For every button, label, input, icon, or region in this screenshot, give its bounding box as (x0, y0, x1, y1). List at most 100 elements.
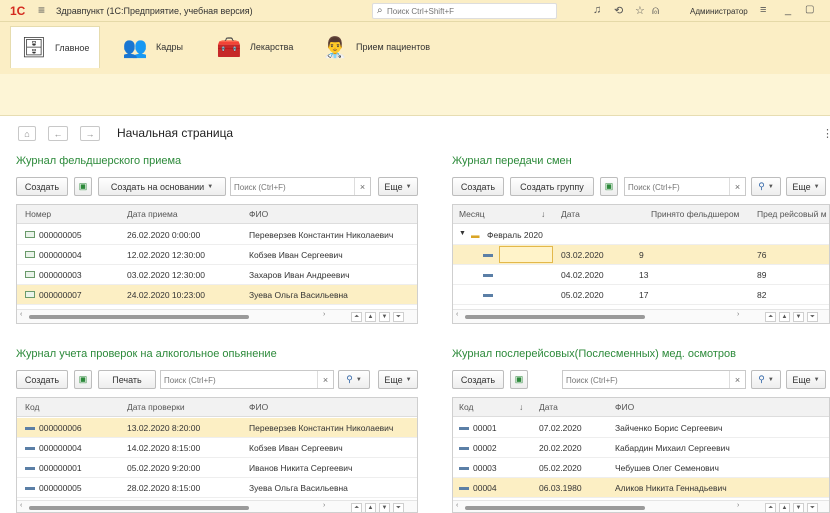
column-header[interactable]: Пред рейсовый м (757, 209, 827, 219)
maximize-icon[interactable]: ▢ (805, 4, 814, 15)
search-input[interactable] (234, 181, 352, 193)
table-row[interactable]: 000000004 14.02.2020 8:15:00 Кобзев Иван… (17, 438, 417, 458)
search-input[interactable] (628, 181, 728, 193)
table-row[interactable]: 04.02.2020 13 89 (453, 265, 829, 285)
settings-menu-icon[interactable]: ≡ (760, 4, 766, 16)
table-row-selected[interactable]: 000000007 24.02.2020 10:23:00 Зуева Ольг… (17, 285, 417, 305)
horizontal-scrollbar[interactable] (29, 315, 249, 319)
create-button[interactable]: Создать (16, 370, 68, 389)
down-icon[interactable]: ▼ (379, 312, 390, 322)
column-header[interactable]: Номер (25, 209, 51, 219)
panel-title[interactable]: Журнал учета проверок на алкогольное опь… (16, 348, 277, 360)
more-button[interactable]: Еще ▼ (786, 370, 826, 389)
scroll-right-icon[interactable]: › (737, 311, 739, 318)
create-button[interactable]: Создать (452, 177, 504, 196)
table-row[interactable]: 00002 20.02.2020 Кабардин Михаил Сергеев… (453, 438, 829, 458)
favorites-star-icon[interactable]: ☆ (635, 4, 645, 17)
copy-button[interactable]: ▣ (510, 370, 528, 389)
scroll-right-icon[interactable]: › (323, 311, 325, 318)
section-staff[interactable]: 👥 Кадры (112, 26, 202, 68)
global-search-input[interactable] (387, 5, 552, 17)
create-based-button[interactable]: Создать на основании ▼ (98, 177, 226, 196)
table-row[interactable]: 000000001 05.02.2020 9:20:00 Иванов Ники… (17, 458, 417, 478)
table-row[interactable]: 000000005 28.02.2020 8:15:00 Зуева Ольга… (17, 478, 417, 498)
scroll-right-icon[interactable]: › (737, 502, 739, 509)
column-header[interactable]: Дата (539, 402, 558, 412)
sort-desc-icon[interactable]: ↓ (519, 402, 523, 412)
copy-button[interactable]: ▣ (74, 370, 92, 389)
panel-title[interactable]: Журнал фельдшерского приема (16, 155, 181, 167)
search-field[interactable]: × (562, 370, 746, 389)
create-group-button[interactable]: Создать группу (510, 177, 594, 196)
scroll-left-icon[interactable]: ‹ (20, 502, 22, 509)
find-button[interactable]: ⚲ ▼ (751, 370, 781, 389)
clear-icon[interactable]: × (729, 178, 745, 195)
home-button[interactable]: ⌂ (18, 126, 36, 141)
horizontal-scrollbar[interactable] (29, 506, 249, 510)
search-field[interactable]: × (624, 177, 746, 196)
scroll-left-icon[interactable]: ‹ (20, 311, 22, 318)
section-patients[interactable]: 👨‍⚕ Прием пациентов (312, 26, 442, 68)
horizontal-scrollbar[interactable] (465, 315, 645, 319)
copy-button[interactable]: ▣ (600, 177, 618, 196)
forward-button[interactable]: → (80, 126, 100, 141)
clear-icon[interactable]: × (354, 178, 370, 195)
horizontal-scrollbar[interactable] (465, 506, 645, 510)
table-row[interactable]: 000000005 26.02.2020 0:00:00 Переверзев … (17, 225, 417, 245)
down-icon[interactable]: ▼ (793, 312, 804, 322)
search-field[interactable]: × (230, 177, 371, 196)
table-row-selected[interactable]: 000000006 13.02.2020 8:20:00 Переверзев … (17, 418, 417, 438)
table-row[interactable]: 000000004 12.02.2020 12:30:00 Кобзев Ива… (17, 245, 417, 265)
clear-icon[interactable]: × (729, 371, 745, 388)
up-icon[interactable]: ▲ (365, 312, 376, 322)
search-input[interactable] (566, 374, 726, 386)
find-button[interactable]: ⚲ ▼ (751, 177, 781, 196)
minimize-icon[interactable]: _ (785, 4, 791, 16)
column-header[interactable]: Код (25, 402, 39, 412)
last-page-icon[interactable]: ⏷ (393, 312, 404, 322)
table-row[interactable]: 05.02.2020 17 82 (453, 285, 829, 305)
table-row[interactable]: 000000003 03.02.2020 12:30:00 Захаров Ив… (17, 265, 417, 285)
table-row-selected[interactable]: 00004 06.03.1980 Аликов Никита Геннадьев… (453, 478, 829, 498)
global-search[interactable]: ⌕ (372, 3, 557, 19)
column-header[interactable]: Дата (561, 209, 580, 219)
chevron-down-icon[interactable]: ▼ (459, 230, 466, 237)
last-page-icon[interactable]: ⏷ (807, 312, 818, 322)
user-name[interactable]: Администратор (690, 7, 748, 16)
back-button[interactable]: ← (48, 126, 68, 141)
panel-title[interactable]: Журнал передачи смен (452, 155, 572, 167)
history-icon[interactable]: ⟲ (614, 4, 623, 17)
panel-title[interactable]: Журнал послерейсовых(Послесменных) мед. … (452, 348, 736, 360)
more-button[interactable]: Еще ▼ (786, 177, 826, 196)
first-page-icon[interactable]: ⏶ (765, 312, 776, 322)
section-main[interactable]: 🗄 Главное (10, 26, 100, 68)
column-header[interactable]: ФИО (249, 402, 268, 412)
up-icon[interactable]: ▲ (779, 312, 790, 322)
group-row[interactable]: ▼ ▬ Февраль 2020 (453, 225, 829, 245)
main-menu-icon[interactable]: ≡ (38, 3, 45, 17)
scroll-left-icon[interactable]: ‹ (456, 311, 458, 318)
section-medicines[interactable]: 🧰 Лекарства (206, 26, 306, 68)
column-header[interactable]: Месяц (459, 209, 485, 219)
more-button[interactable]: Еще ▼ (378, 177, 418, 196)
column-header[interactable]: Принято фельдшером (651, 209, 739, 219)
table-row[interactable]: 00001 07.02.2020 Зайченко Борис Сергееви… (453, 418, 829, 438)
print-button[interactable]: Печать (98, 370, 156, 389)
bell-icon[interactable]: ♫ (593, 4, 601, 16)
sort-desc-icon[interactable]: ↓ (541, 209, 545, 219)
column-header[interactable]: ФИО (615, 402, 634, 412)
create-button[interactable]: Создать (452, 370, 504, 389)
find-button[interactable]: ⚲ ▼ (338, 370, 370, 389)
search-input[interactable] (164, 374, 314, 386)
column-header[interactable]: Дата приема (127, 209, 178, 219)
active-cell[interactable] (499, 246, 553, 263)
table-row[interactable]: 00003 05.02.2020 Чебушев Олег Семенович (453, 458, 829, 478)
first-page-icon[interactable]: ⏶ (351, 312, 362, 322)
scroll-left-icon[interactable]: ‹ (456, 502, 458, 509)
scroll-right-icon[interactable]: › (323, 502, 325, 509)
more-button[interactable]: Еще ▼ (378, 370, 418, 389)
search-field[interactable]: × (160, 370, 334, 389)
column-header[interactable]: ФИО (249, 209, 268, 219)
more-actions-icon[interactable]: ⋮ (822, 127, 830, 140)
copy-button[interactable]: ▣ (74, 177, 92, 196)
